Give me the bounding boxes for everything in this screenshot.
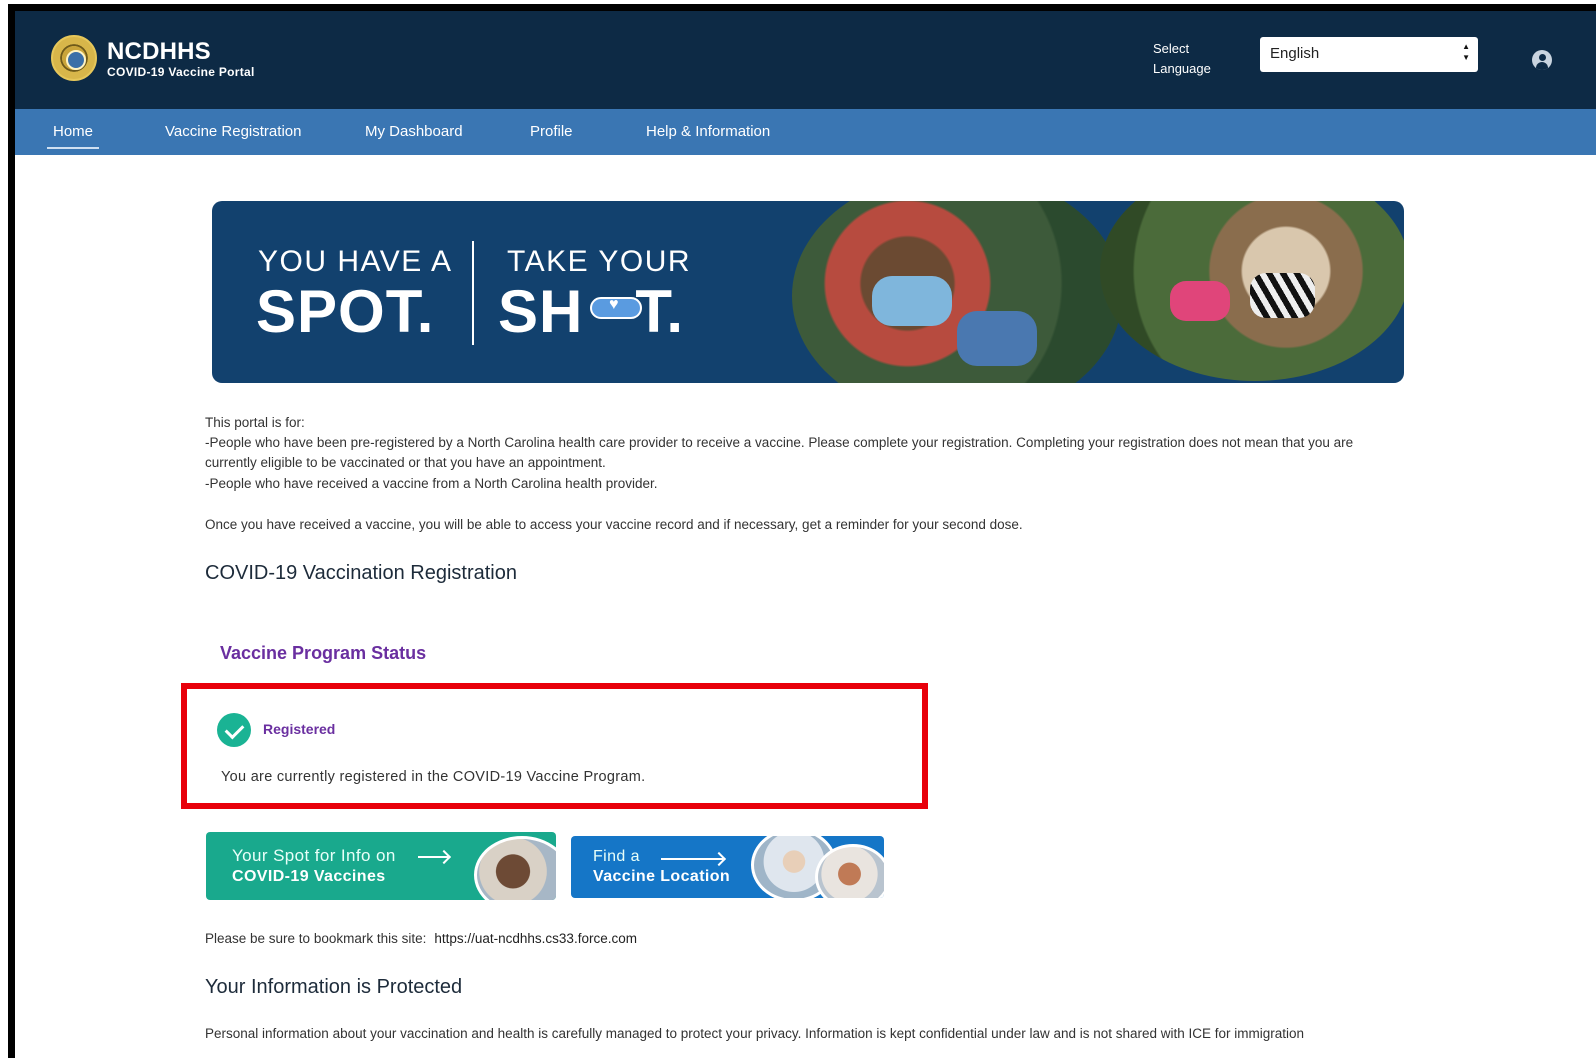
language-label: Select Language [1153, 41, 1211, 76]
arrow-right-icon [661, 858, 723, 860]
banner-photo-child-adult [1100, 201, 1404, 381]
banner-left-big: SPOT. [256, 278, 435, 345]
promo-info-line-1: Your Spot for Info on [232, 846, 396, 865]
bookmark-note: Please be sure to bookmark this site: htt… [205, 929, 637, 949]
intro-line-2: -People who have been pre-registered by … [205, 435, 1354, 450]
intro-line-3: currently eligible to be vaccinated or t… [205, 455, 606, 470]
user-avatar-icon[interactable] [1532, 50, 1552, 70]
bookmark-url-link[interactable]: https://uat-ncdhhs.cs33.force.com [434, 931, 637, 946]
promo-info-line-2: COVID-19 Vaccines [232, 868, 386, 885]
nav-profile[interactable]: Profile [530, 109, 573, 155]
covid-info-promo-button[interactable]: Your Spot for Info on COVID-19 Vaccines [206, 832, 556, 900]
privacy-heading: Your Information is Protected [205, 976, 463, 998]
registration-heading: COVID-19 Vaccination Registration [205, 562, 517, 584]
banner-photo-women [792, 201, 1122, 383]
banner-right-big-suffix: T. [635, 278, 685, 345]
bandage-heart-icon [590, 296, 642, 319]
site-header: NCDHHS COVID-19 Vaccine Portal Select La… [15, 11, 1596, 109]
brand-title[interactable]: NCDHHS [107, 38, 211, 66]
status-text: You are currently registered in the COVI… [221, 769, 646, 785]
language-select-value: English [1270, 45, 1320, 62]
intro-line-4: -People who have received a vaccine from… [205, 476, 658, 491]
status-label: Registered [263, 721, 336, 737]
nav-my-dashboard[interactable]: My Dashboard [365, 109, 463, 155]
promo-location-line-2: Vaccine Location [593, 868, 731, 885]
nav-vaccine-registration[interactable]: Vaccine Registration [165, 109, 301, 155]
banner-left-small: YOU HAVE A [258, 245, 453, 278]
privacy-text: Personal information about your vaccinat… [205, 1026, 1305, 1041]
banner-right-small: TAKE YOUR [507, 245, 692, 278]
nav-help-information[interactable]: Help & Information [646, 109, 770, 155]
status-highlight-box: Registered You are currently registered … [181, 683, 928, 809]
nav-home[interactable]: Home [46, 109, 100, 155]
intro-line-1: This portal is for: [205, 415, 305, 430]
nc-seal-logo-icon[interactable] [51, 35, 97, 81]
select-arrows-icon: ▲ ▼ [1462, 42, 1470, 62]
find-vaccine-location-button[interactable]: Find a Vaccine Location [571, 836, 884, 898]
promo-location-line-1: Find a [593, 848, 640, 865]
arrow-right-icon [418, 856, 448, 858]
bookmark-text: Please be sure to bookmark this site: [205, 931, 427, 946]
banner-divider [472, 241, 474, 345]
banner-right-big-prefix: SH [498, 278, 584, 345]
main-nav: Home Vaccine Registration My Dashboard P… [15, 109, 1596, 155]
intro-line-5: Once you have received a vaccine, you wi… [205, 517, 1023, 532]
vaccine-program-status-title: Vaccine Program Status [220, 643, 427, 663]
promo-photo [474, 836, 556, 900]
checkmark-icon [217, 713, 251, 747]
brand-subtitle: COVID-19 Vaccine Portal [107, 65, 255, 79]
browser-frame: NCDHHS COVID-19 Vaccine Portal Select La… [8, 4, 1596, 1058]
language-select[interactable]: English ▲ ▼ [1260, 37, 1478, 72]
hero-banner: YOU HAVE A SPOT. TAKE YOUR SH T. [212, 201, 1404, 383]
